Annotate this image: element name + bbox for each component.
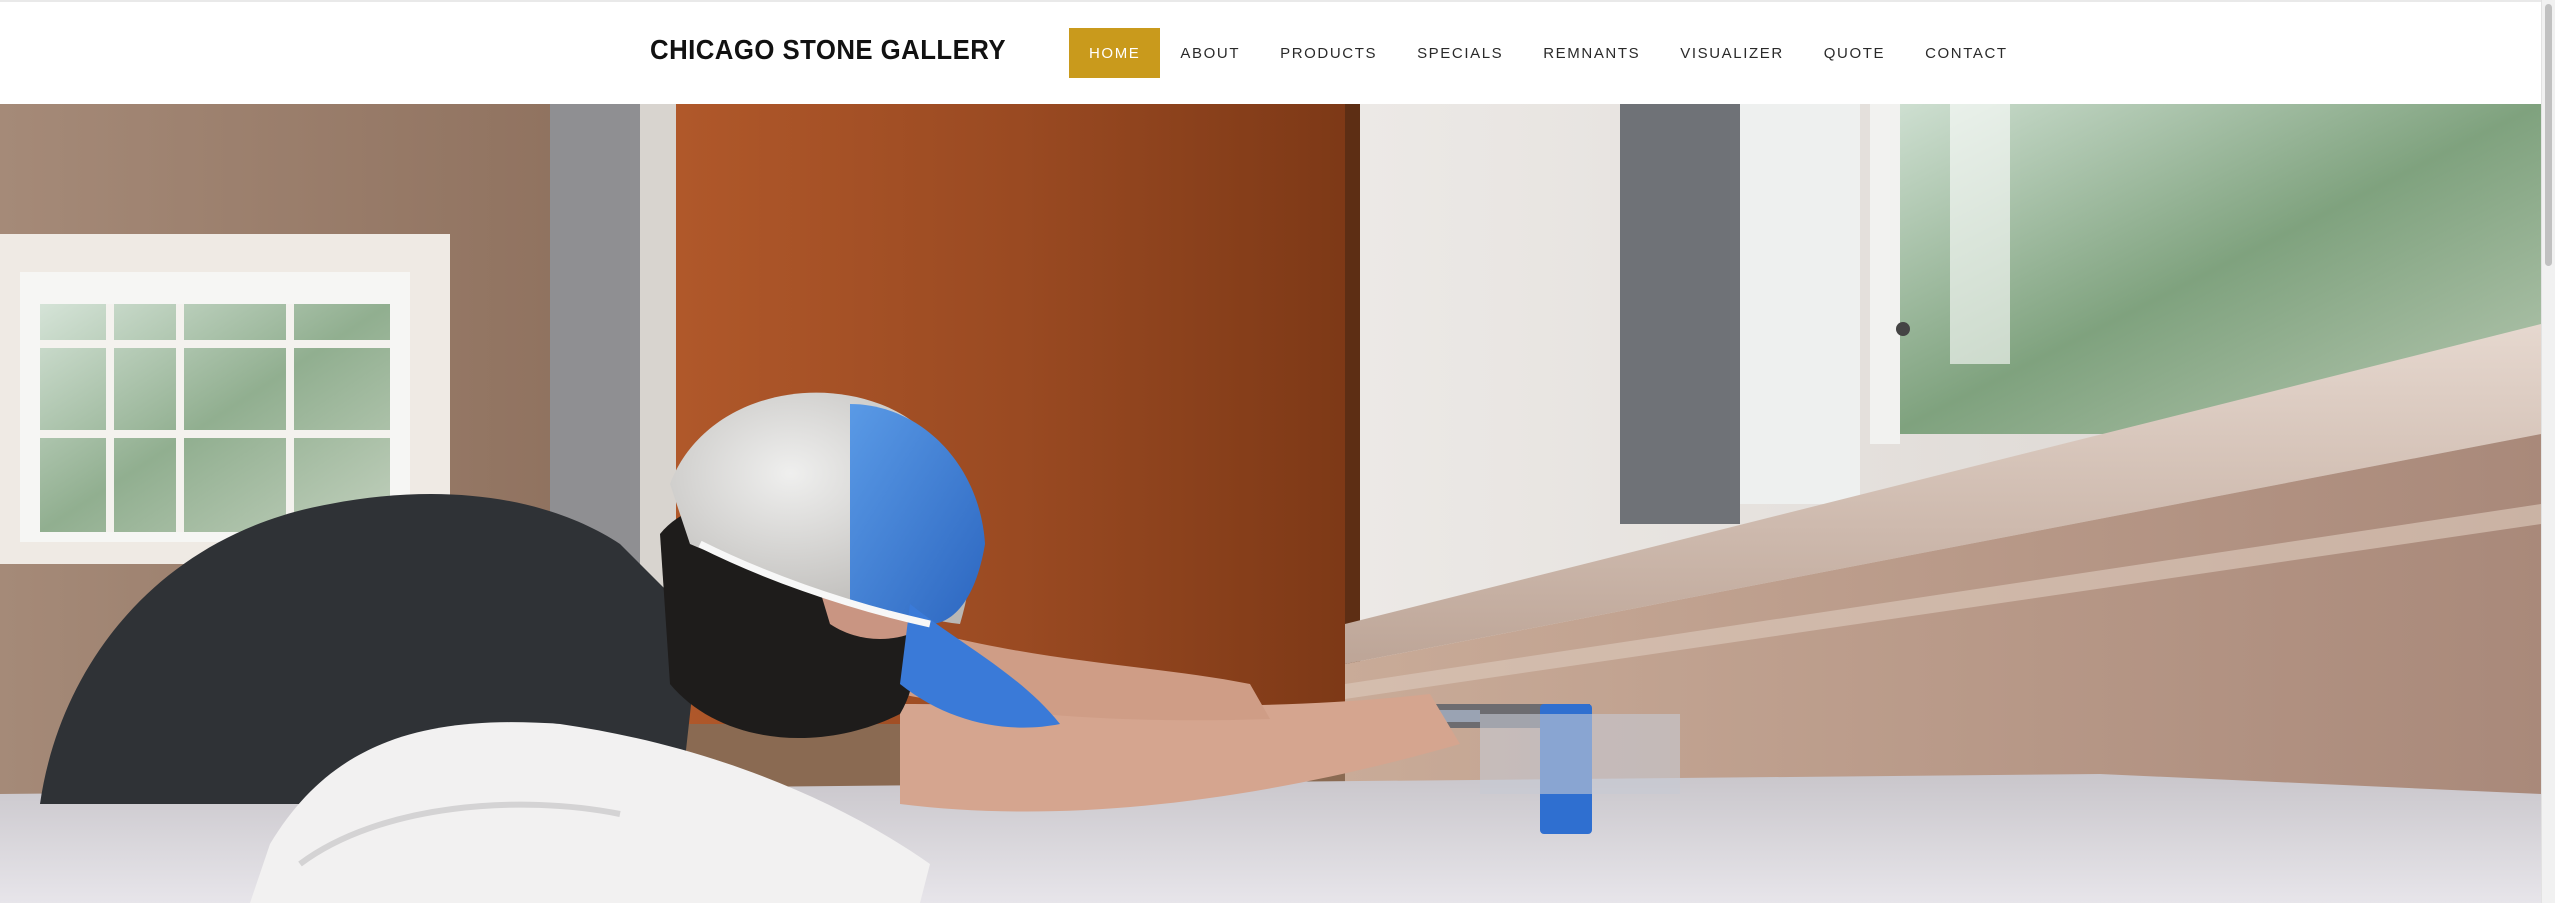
main-nav: HOME ABOUT PRODUCTS SPECIALS REMNANTS VI…: [1069, 28, 2028, 78]
brand-logo-text[interactable]: CHICAGO STONE GALLERY: [650, 34, 1006, 66]
site-header: CHICAGO STONE GALLERY HOME ABOUT PRODUCT…: [0, 0, 2541, 104]
scrollbar-thumb[interactable]: [2545, 4, 2552, 266]
nav-item-products[interactable]: PRODUCTS: [1260, 28, 1397, 78]
page: CHICAGO STONE GALLERY HOME ABOUT PRODUCT…: [0, 0, 2555, 903]
nav-item-home[interactable]: HOME: [1069, 28, 1161, 78]
hero-video[interactable]: [0, 104, 2541, 903]
page-scrollbar[interactable]: [2541, 0, 2555, 903]
hero-image: [0, 104, 2541, 903]
nav-item-remnants[interactable]: REMNANTS: [1523, 28, 1660, 78]
nav-item-contact[interactable]: CONTACT: [1905, 28, 2028, 78]
nav-item-specials[interactable]: SPECIALS: [1397, 28, 1523, 78]
nav-item-quote[interactable]: QUOTE: [1804, 28, 1905, 78]
nav-item-about[interactable]: ABOUT: [1160, 28, 1260, 78]
nav-item-visualizer[interactable]: VISUALIZER: [1660, 28, 1804, 78]
